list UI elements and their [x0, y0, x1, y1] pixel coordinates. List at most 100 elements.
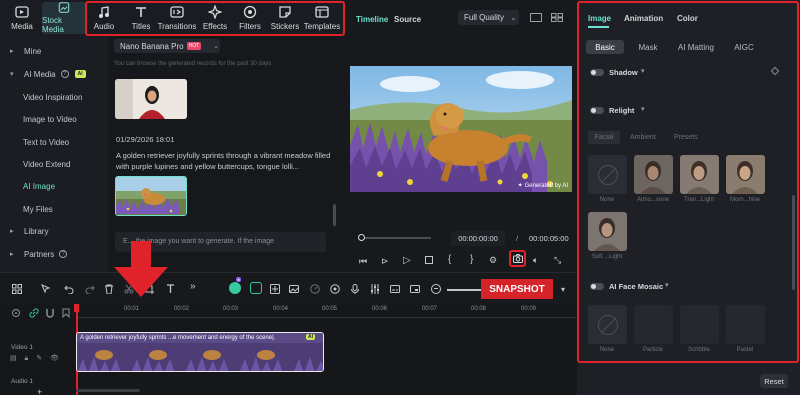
timeline-scrollbar[interactable] — [76, 389, 140, 392]
relight-tab-ambient[interactable]: Ambient — [630, 134, 656, 141]
step-forward-icon[interactable]: ⊳ — [381, 256, 389, 267]
sidebar-item-video-extend[interactable]: Video Extend — [0, 153, 108, 175]
prev-frame-icon[interactable]: ⏮ — [359, 256, 367, 267]
sidebar-item-video-inspiration[interactable]: Video Inspiration — [0, 86, 108, 108]
sidebar-item-my-files[interactable]: My Files — [0, 198, 108, 220]
mosaic-preset-scribble[interactable] — [680, 305, 719, 344]
playhead-scrubber[interactable] — [359, 237, 431, 239]
stock-media-tab[interactable]: Stock Media — [42, 2, 86, 34]
help-icon[interactable]: ? — [60, 70, 69, 78]
generated-dog-thumbnail[interactable] — [115, 176, 187, 216]
help-icon[interactable]: ? — [59, 250, 68, 258]
grid-view-icon[interactable] — [551, 13, 563, 22]
video-clip[interactable]: A golden retriever joyfully sprints ...e… — [76, 332, 324, 372]
relight-tab-presets[interactable]: Presets — [674, 134, 698, 141]
ai-copilot-icon[interactable] — [229, 282, 241, 294]
audio-mixer-icon[interactable] — [370, 284, 380, 294]
sidebar-item-ai-image[interactable]: AI Image — [0, 175, 108, 197]
sidebar-item-mine[interactable]: ▸ Mine — [0, 40, 108, 62]
relight-tab-facial[interactable]: Facial — [588, 131, 620, 144]
ai-tool-icon[interactable] — [250, 282, 262, 294]
add-track-icon[interactable]: + — [37, 387, 42, 395]
subtitle-icon[interactable] — [390, 284, 400, 294]
snapshot-button[interactable] — [509, 250, 526, 267]
relight-preset-transparent-light[interactable] — [680, 155, 719, 194]
generated-portrait-thumbnail[interactable] — [115, 79, 187, 119]
mosaic-preset-pastel[interactable] — [726, 305, 765, 344]
current-time[interactable]: 00:00:00:00 — [451, 231, 505, 246]
image-add-icon[interactable] — [289, 284, 299, 294]
quality-select[interactable]: Full Quality ⌄ — [458, 10, 519, 25]
keyframe-diamond-icon[interactable] — [770, 66, 780, 76]
media-tab[interactable]: Media — [4, 2, 40, 34]
audio-tab[interactable]: Audio — [90, 2, 118, 34]
grid-add-icon[interactable] — [270, 284, 280, 294]
magnet-icon[interactable] — [45, 308, 55, 318]
sidebar-item-text-to-video[interactable]: Text to Video — [0, 131, 108, 153]
zoom-out-icon[interactable] — [431, 284, 441, 294]
sidebar-item-image-to-video[interactable]: Image to Video — [0, 108, 108, 130]
transitions-tab[interactable]: Transitions — [158, 2, 196, 34]
stop-icon[interactable] — [425, 256, 433, 264]
inspector-scrollbar[interactable] — [792, 195, 795, 290]
subtab-aigc[interactable]: AIGC — [729, 40, 759, 54]
tab-color[interactable]: Color — [677, 14, 698, 23]
filters-tab[interactable]: Filters — [236, 2, 264, 34]
effects-tab[interactable]: Effects — [201, 2, 229, 34]
track-settings-icon[interactable] — [11, 308, 21, 318]
relight-preset-none[interactable] — [588, 155, 627, 194]
subtab-basic[interactable]: Basic — [586, 40, 624, 54]
chevron-down-icon[interactable]: ▾ — [641, 105, 645, 113]
titles-tab-label: Titles — [131, 22, 151, 31]
sidebar-item-ai-media[interactable]: ▾ AI Media ? AI — [0, 63, 108, 85]
speed-icon[interactable] — [310, 284, 320, 294]
layout-grid-icon[interactable] — [12, 284, 22, 294]
templates-tab[interactable]: Templates — [303, 2, 341, 34]
track-controls-icons[interactable]: ▤ 🔒︎ ✎ 👁︎ — [10, 354, 62, 363]
image-view-icon[interactable] — [530, 13, 542, 22]
tab-image[interactable]: Image — [588, 14, 611, 23]
microphone-icon[interactable] — [350, 284, 360, 294]
subtab-ai-matting[interactable]: AI Matting — [673, 40, 719, 54]
volume-icon[interactable]: 🔈︎ — [533, 255, 538, 266]
redo-icon[interactable] — [85, 284, 95, 294]
sidebar-item-partners[interactable]: ▸ Partners ? — [0, 243, 108, 265]
tab-source[interactable]: Source — [394, 15, 421, 24]
face-mosaic-toggle[interactable] — [590, 283, 604, 290]
video-preview[interactable]: ✦ Generated by AI — [350, 66, 572, 192]
model-select[interactable]: Nano Banana Pro HOT ⌄ — [114, 39, 220, 53]
time-separator: / — [516, 234, 519, 243]
tab-timeline[interactable]: Timeline — [356, 15, 388, 24]
relight-preset-morning-sunshine[interactable] — [726, 155, 765, 194]
zoom-slider[interactable] — [447, 289, 481, 291]
fullscreen-icon[interactable]: ⤡ — [554, 255, 561, 266]
settings-icon[interactable]: ⚙ — [489, 255, 497, 266]
relight-preset-soft-light[interactable] — [588, 212, 627, 251]
sidebar-item-library[interactable]: ▸ Library — [0, 220, 108, 242]
chevron-down-icon[interactable]: ▾ — [561, 285, 565, 294]
titles-tab[interactable]: Titles — [127, 2, 155, 34]
panel-scrollbar[interactable] — [333, 204, 336, 226]
shadow-toggle[interactable] — [590, 69, 604, 76]
link-icon[interactable] — [29, 308, 39, 318]
picture-in-picture-icon[interactable] — [410, 284, 420, 294]
mosaic-preset-none[interactable] — [588, 305, 627, 344]
chevron-down-icon[interactable]: ▾ — [665, 281, 669, 289]
chevron-down-icon[interactable]: ▾ — [641, 67, 645, 75]
reset-button[interactable]: Reset — [760, 374, 788, 388]
select-arrow-icon[interactable] — [41, 284, 51, 294]
more-tools-icon[interactable]: » — [190, 281, 196, 292]
color-wheel-icon[interactable] — [330, 284, 340, 294]
relight-preset-atmosphere[interactable] — [634, 155, 673, 194]
mark-in-icon[interactable]: { — [448, 254, 451, 265]
mark-out-icon[interactable]: } — [470, 254, 473, 265]
scrubber-handle[interactable] — [358, 234, 365, 241]
stickers-tab[interactable]: Stickers — [270, 2, 300, 34]
relight-toggle[interactable] — [590, 107, 604, 114]
undo-icon[interactable] — [64, 284, 74, 294]
marker-icon[interactable] — [61, 308, 71, 318]
mosaic-preset-particle[interactable] — [634, 305, 673, 344]
play-icon[interactable]: ▷ — [403, 255, 411, 266]
tab-animation[interactable]: Animation — [624, 14, 663, 23]
subtab-mask[interactable]: Mask — [632, 40, 664, 54]
